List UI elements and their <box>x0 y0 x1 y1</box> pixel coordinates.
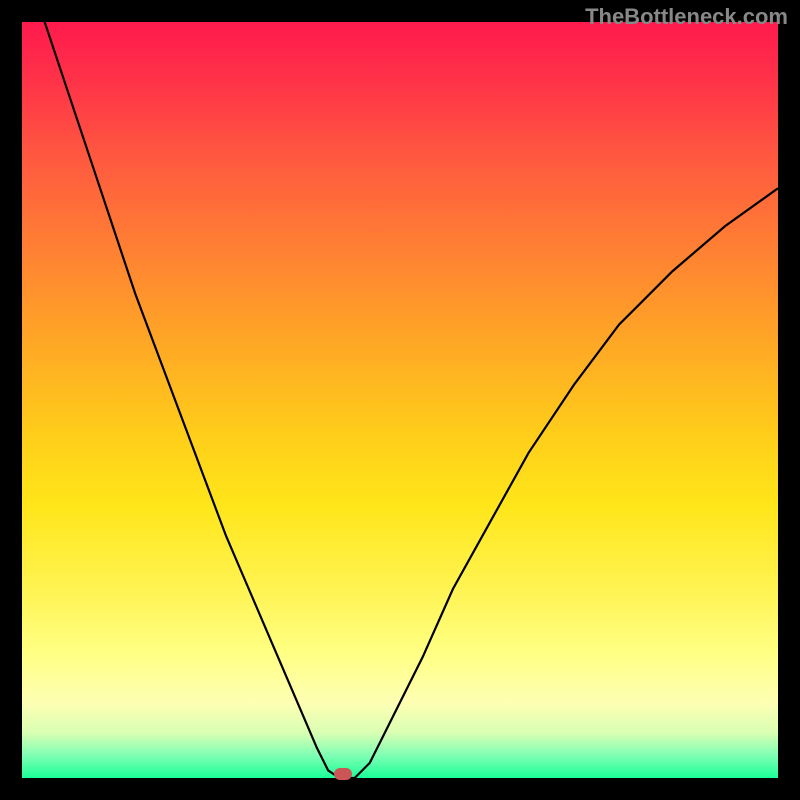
watermark-text: TheBottleneck.com <box>585 4 788 30</box>
optimal-point-marker <box>334 768 352 780</box>
main-curve <box>45 22 778 778</box>
curve-svg <box>22 22 778 778</box>
chart-container: TheBottleneck.com <box>0 0 800 800</box>
plot-area <box>22 22 778 778</box>
